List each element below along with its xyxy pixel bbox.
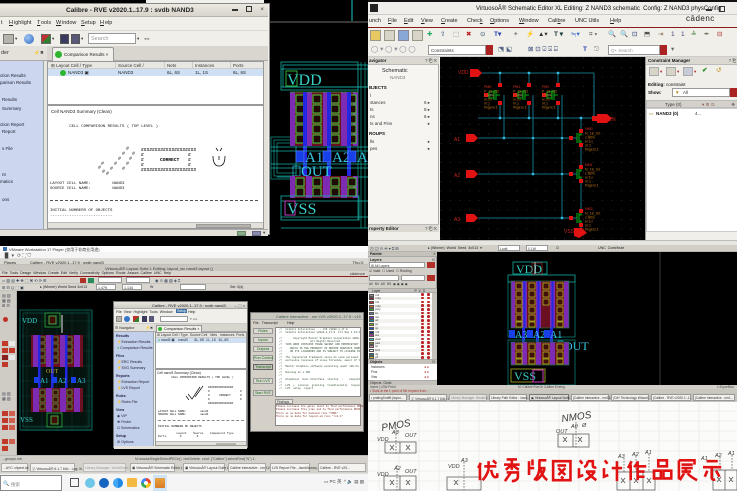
svg-text:A3: A3 bbox=[515, 330, 527, 341]
svg-text:fingers:1: fingers:1 bbox=[513, 106, 527, 110]
svg-text:#: # bbox=[126, 161, 129, 167]
svg-text:#: # bbox=[208, 394, 210, 397]
svg-text:NM0: NM0 bbox=[585, 127, 593, 131]
svg-text:PM0: PM0 bbox=[484, 85, 491, 89]
svg-text:CORRECT: CORRECT bbox=[219, 394, 231, 397]
svg-text:OUT: OUT bbox=[556, 429, 568, 435]
svg-text:A3: A3 bbox=[77, 377, 86, 385]
svg-text:#: # bbox=[129, 156, 132, 162]
svg-text:#: # bbox=[101, 161, 104, 167]
svg-text:#: # bbox=[118, 156, 121, 162]
svg-text:#: # bbox=[132, 151, 135, 157]
svg-text:#: # bbox=[126, 146, 129, 152]
svg-text:VDD: VDD bbox=[377, 437, 389, 443]
svg-text:#: # bbox=[122, 166, 125, 172]
svg-text:Ø: Ø bbox=[581, 423, 587, 429]
svg-text:VSS: VSS bbox=[287, 201, 316, 218]
svg-text:VDD: VDD bbox=[287, 72, 322, 89]
svg-text:#: # bbox=[114, 161, 117, 167]
svg-text:fingers:1: fingers:1 bbox=[585, 228, 599, 232]
svg-text:fingers:1: fingers:1 bbox=[585, 148, 599, 152]
svg-text:OUT: OUT bbox=[405, 433, 417, 439]
svg-text:fingers:1: fingers:1 bbox=[542, 106, 556, 110]
svg-text:#: # bbox=[110, 166, 113, 172]
svg-text:A3: A3 bbox=[357, 150, 368, 166]
svg-text:#: # bbox=[240, 398, 242, 401]
svg-text:OUT: OUT bbox=[405, 469, 417, 475]
svg-text:A1: A1 bbox=[40, 377, 49, 385]
svg-text:####################: #################### bbox=[141, 167, 196, 173]
svg-text:CORRECT: CORRECT bbox=[160, 157, 180, 163]
svg-text:VDD: VDD bbox=[377, 472, 389, 478]
svg-text:VDD: VDD bbox=[458, 70, 469, 76]
svg-text:A3: A3 bbox=[454, 217, 460, 223]
svg-text:OUT: OUT bbox=[46, 369, 59, 375]
svg-text:A2: A2 bbox=[58, 377, 67, 385]
svg-text:VSS: VSS bbox=[564, 229, 575, 235]
svg-text:PM2: PM2 bbox=[542, 85, 549, 89]
svg-text:#: # bbox=[102, 169, 105, 175]
svg-text:#: # bbox=[240, 390, 242, 393]
svg-text:#: # bbox=[240, 394, 242, 397]
svg-text:VSS: VSS bbox=[20, 416, 33, 424]
svg-text:#: # bbox=[106, 171, 109, 177]
svg-text:#: # bbox=[208, 398, 210, 401]
svg-text:A2: A2 bbox=[454, 173, 460, 179]
svg-text:A0: A0 bbox=[570, 424, 579, 430]
svg-text:A2: A2 bbox=[533, 330, 545, 341]
svg-text:ZN: ZN bbox=[609, 117, 616, 123]
svg-text:NM1: NM1 bbox=[585, 163, 593, 167]
svg-text:###############: ############### bbox=[208, 386, 233, 389]
svg-text:fingers:1: fingers:1 bbox=[484, 106, 498, 110]
svg-text:#: # bbox=[208, 390, 210, 393]
svg-text:A2: A2 bbox=[332, 150, 350, 166]
svg-text:A2: A2 bbox=[393, 466, 401, 472]
svg-text:#: # bbox=[98, 165, 101, 171]
svg-text:fingers:1: fingers:1 bbox=[585, 184, 599, 188]
svg-text:NM2: NM2 bbox=[585, 207, 593, 211]
svg-text:#: # bbox=[122, 151, 125, 157]
svg-text:A1: A1 bbox=[550, 330, 562, 341]
svg-text:VDD: VDD bbox=[22, 317, 37, 325]
svg-text:A3: A3 bbox=[391, 430, 400, 436]
svg-text:PM1: PM1 bbox=[513, 85, 520, 89]
svg-text:VDD: VDD bbox=[448, 464, 460, 470]
svg-text:###############: ############### bbox=[208, 402, 233, 405]
svg-text:A1: A1 bbox=[454, 137, 460, 143]
